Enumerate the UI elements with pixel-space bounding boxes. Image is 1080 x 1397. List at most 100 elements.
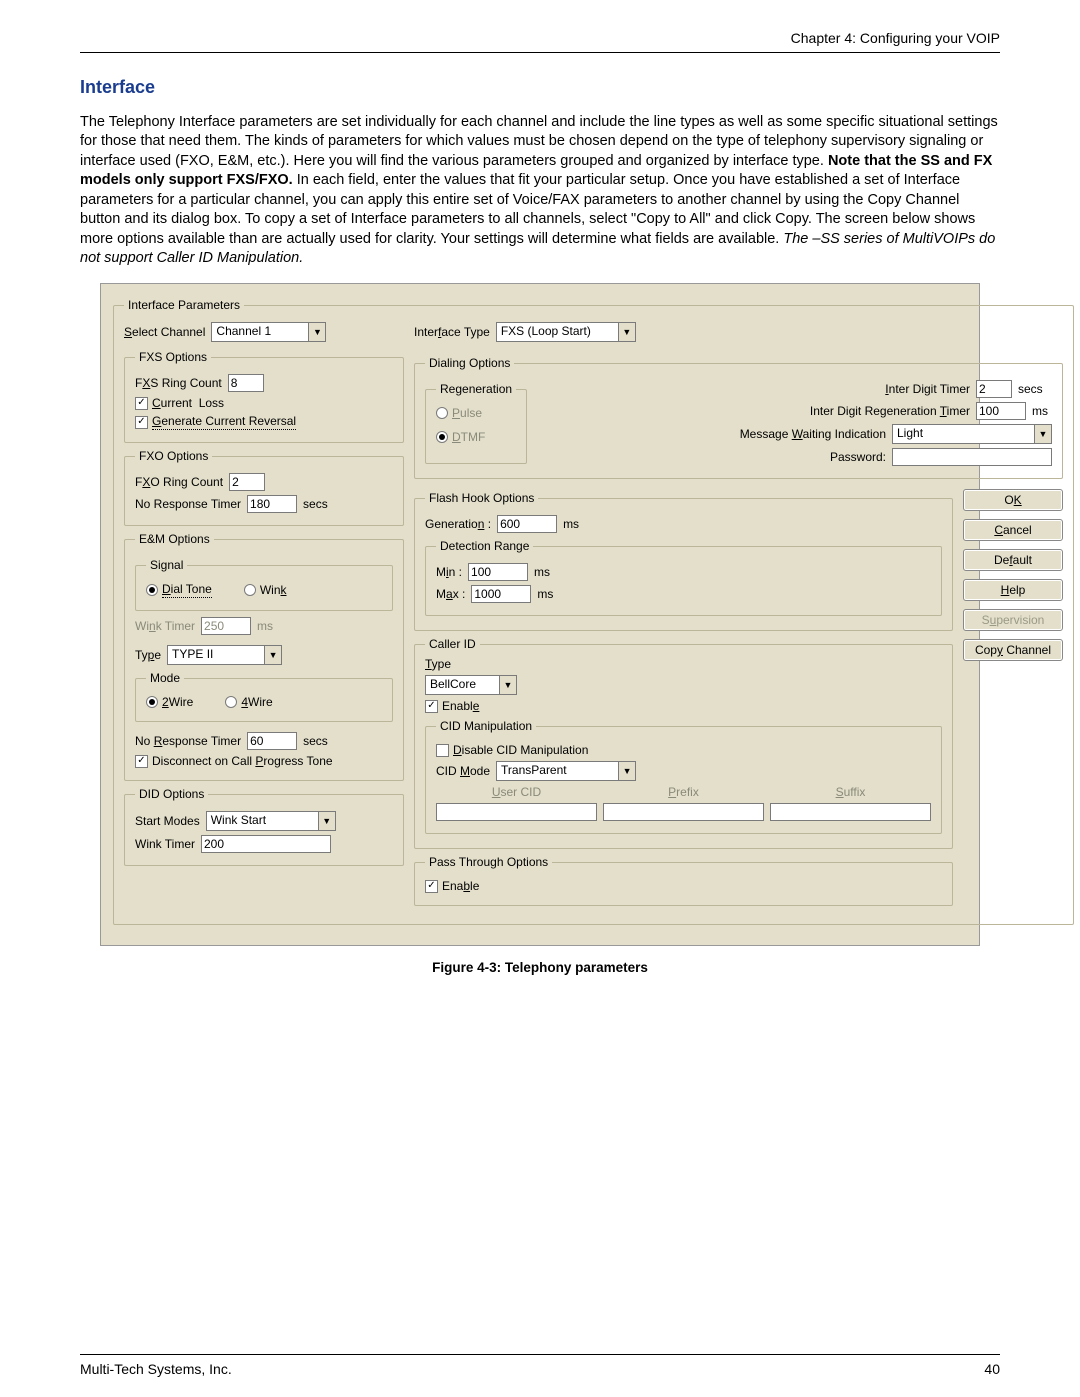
- em-no-response-label: No Response Timer: [135, 734, 241, 748]
- flash-hook-fieldset: Flash Hook Options Generation : ms Detec…: [414, 491, 953, 631]
- fxo-no-response-label: No Response Timer: [135, 497, 241, 511]
- checkbox-empty-icon: [436, 744, 449, 757]
- em-no-response-input[interactable]: [247, 732, 297, 750]
- chevron-down-icon: ▼: [308, 323, 325, 341]
- idrt-unit: ms: [1032, 404, 1052, 418]
- em-wink-timer-input: [201, 617, 251, 635]
- range-min-label: Min :: [436, 565, 462, 579]
- cid-manipulation-fieldset: CID Manipulation Disable CID Manipulatio…: [425, 719, 942, 834]
- checkmark-icon: ✓: [425, 700, 438, 713]
- radio-on-icon: [146, 696, 158, 708]
- interface-parameters-fieldset: Interface Parameters Select Channel Chan…: [113, 298, 1074, 925]
- password-label: Password:: [830, 450, 886, 464]
- wink-label: Wink: [260, 583, 287, 597]
- cid-manipulation-legend: CID Manipulation: [436, 719, 536, 733]
- flash-gen-unit: ms: [563, 517, 579, 531]
- cid-mode-dropdown[interactable]: TransParent ▼: [496, 761, 636, 781]
- em-options-legend: E&M Options: [135, 532, 214, 546]
- interface-parameters-legend: Interface Parameters: [124, 298, 244, 312]
- did-start-modes-value: Wink Start: [207, 812, 318, 830]
- em-type-dropdown[interactable]: TYPE II ▼: [167, 645, 282, 665]
- pass-through-fieldset: Pass Through Options ✓ Enable: [414, 855, 953, 906]
- suffix-label: Suffix: [770, 785, 931, 799]
- cid-type-dropdown[interactable]: BellCore ▼: [425, 675, 517, 695]
- flash-gen-label: Generation :: [425, 517, 491, 531]
- pto-enable-label: Enable: [442, 879, 479, 893]
- pulse-label: Pulse: [452, 406, 482, 420]
- fxo-no-response-input[interactable]: [247, 495, 297, 513]
- interface-parameters-dialog: Interface Parameters Select Channel Chan…: [100, 283, 980, 946]
- fxo-options-legend: FXO Options: [135, 449, 212, 463]
- prefix-input[interactable]: [603, 803, 764, 821]
- gen-current-reversal-checkbox[interactable]: ✓ Generate Current Reversal: [135, 414, 296, 430]
- idt-unit: secs: [1018, 382, 1052, 396]
- section-title: Interface: [80, 77, 1000, 98]
- default-button[interactable]: Default: [963, 549, 1063, 571]
- flash-gen-input[interactable]: [497, 515, 557, 533]
- fxs-ring-count-input[interactable]: [228, 374, 264, 392]
- did-start-modes-dropdown[interactable]: Wink Start ▼: [206, 811, 336, 831]
- radio-on-icon: [436, 431, 448, 443]
- prefix-label: Prefix: [603, 785, 764, 799]
- dial-tone-radio[interactable]: Dial Tone: [146, 582, 212, 598]
- did-start-modes-label: Start Modes: [135, 814, 200, 828]
- disable-cid-manip-checkbox[interactable]: Disable CID Manipulation: [436, 743, 588, 757]
- idt-input[interactable]: [976, 380, 1012, 398]
- did-wink-timer-input[interactable]: [201, 835, 331, 853]
- regeneration-legend: Regeneration: [436, 382, 516, 396]
- wink-radio[interactable]: Wink: [244, 583, 287, 597]
- pto-enable-checkbox[interactable]: ✓ Enable: [425, 879, 479, 893]
- page-footer: Multi-Tech Systems, Inc. 40: [80, 1354, 1000, 1377]
- help-button[interactable]: Help: [963, 579, 1063, 601]
- two-wire-label: 2Wire: [162, 695, 193, 709]
- interface-type-dropdown[interactable]: FXS (Loop Start) ▼: [496, 322, 636, 342]
- checkmark-icon: ✓: [425, 880, 438, 893]
- radio-off-icon: [225, 696, 237, 708]
- checkmark-icon: ✓: [135, 416, 148, 429]
- range-max-input[interactable]: [471, 585, 531, 603]
- gen-current-reversal-label: Generate Current Reversal: [152, 414, 296, 430]
- suffix-input[interactable]: [770, 803, 931, 821]
- em-options-fieldset: E&M Options Signal Dial Tone: [124, 532, 404, 781]
- current-loss-checkbox[interactable]: ✓ CCurrent Lossurrent Loss: [135, 396, 224, 410]
- radio-on-icon: [146, 584, 158, 596]
- disconnect-cpt-label: Disconnect on Call Progress Tone: [152, 754, 333, 768]
- flash-hook-legend: Flash Hook Options: [425, 491, 538, 505]
- did-wink-timer-label: Wink Timer: [135, 837, 195, 851]
- interface-type-value: FXS (Loop Start): [497, 323, 618, 341]
- dialing-options-legend: Dialing Options: [425, 356, 514, 370]
- four-wire-radio[interactable]: 4Wire: [225, 695, 272, 709]
- pulse-radio: Pulse: [436, 406, 482, 420]
- password-input[interactable]: [892, 448, 1052, 466]
- copy-channel-button[interactable]: Copy Channel: [963, 639, 1063, 661]
- ok-button[interactable]: OK: [963, 489, 1063, 511]
- em-mode-fieldset: Mode 2Wire 4Wire: [135, 671, 393, 722]
- cid-mode-label: CID Mode: [436, 764, 490, 778]
- current-loss-label: CCurrent Lossurrent Loss: [152, 396, 224, 410]
- cid-mode-value: TransParent: [497, 762, 618, 780]
- range-max-unit: ms: [537, 587, 553, 601]
- interface-type-label: Interface Type: [414, 325, 490, 339]
- range-min-input[interactable]: [468, 563, 528, 581]
- cid-enable-checkbox[interactable]: ✓ Enable: [425, 699, 479, 713]
- two-wire-radio[interactable]: 2Wire: [146, 695, 193, 709]
- fxs-ring-count-label: FXS Ring Count: [135, 376, 222, 390]
- range-min-unit: ms: [534, 565, 550, 579]
- detection-range-legend: Detection Range: [436, 539, 533, 553]
- section-paragraph: The Telephony Interface parameters are s…: [80, 113, 1000, 270]
- mwi-dropdown[interactable]: Light ▼: [892, 424, 1052, 444]
- user-cid-input[interactable]: [436, 803, 597, 821]
- idt-label: Inter Digit Timer: [885, 382, 970, 396]
- fxo-ring-count-input[interactable]: [229, 473, 265, 491]
- idrt-input[interactable]: [976, 402, 1026, 420]
- dial-tone-label: Dial Tone: [162, 582, 212, 598]
- select-channel-dropdown[interactable]: Channel 1 ▼: [211, 322, 326, 342]
- chevron-down-icon: ▼: [318, 812, 335, 830]
- chevron-down-icon: ▼: [499, 676, 516, 694]
- cancel-button[interactable]: Cancel: [963, 519, 1063, 541]
- checkmark-icon: ✓: [135, 755, 148, 768]
- disconnect-cpt-checkbox[interactable]: ✓ Disconnect on Call Progress Tone: [135, 754, 333, 768]
- em-signal-fieldset: Signal Dial Tone Wink: [135, 558, 393, 611]
- figure-caption: Figure 4-3: Telephony parameters: [80, 960, 1000, 975]
- select-channel-label: Select Channel: [124, 325, 205, 339]
